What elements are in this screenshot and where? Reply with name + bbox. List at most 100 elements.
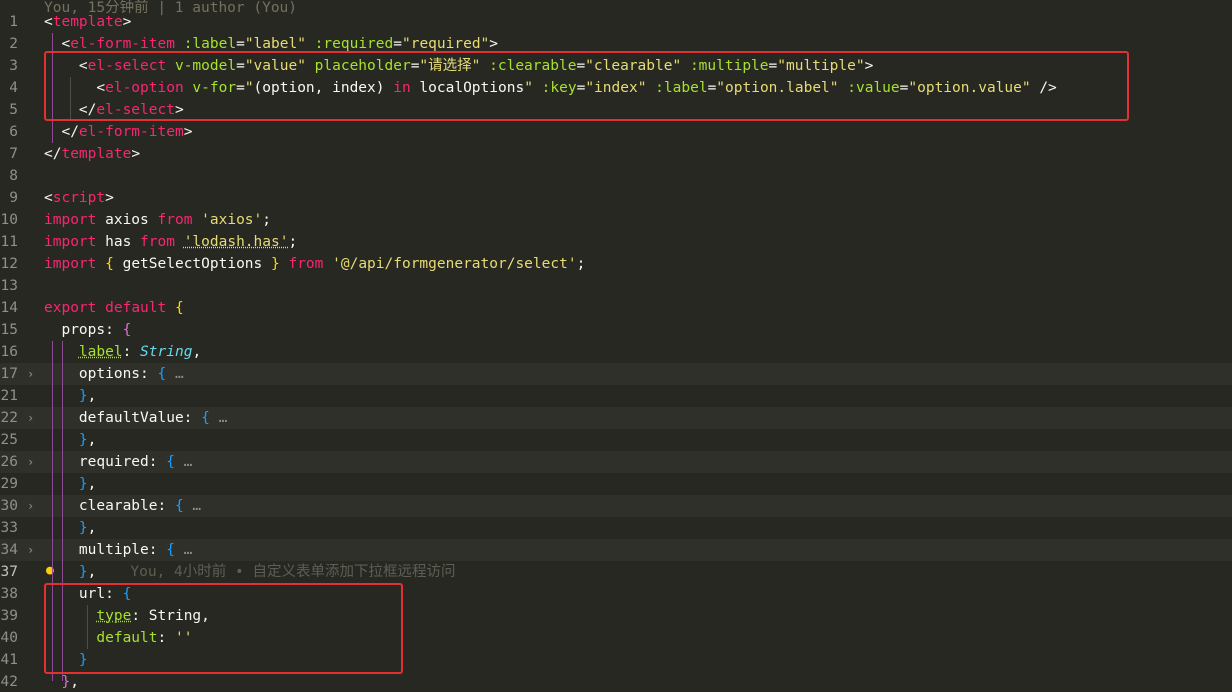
- code-line[interactable]: 42 },: [0, 671, 1232, 692]
- code-line[interactable]: 7 </template>: [0, 143, 1232, 165]
- code-token: </: [44, 124, 79, 140]
- code-line[interactable]: 15 props: {: [0, 319, 1232, 341]
- code-line[interactable]: 34 › multiple: { …: [0, 539, 1232, 561]
- code-token: template: [52, 14, 123, 30]
- code-token: <: [44, 36, 71, 52]
- code-text[interactable]: props: {: [44, 319, 131, 341]
- code-text[interactable]: multiple: { …: [44, 539, 193, 561]
- code-token: ,: [87, 388, 97, 404]
- code-token: import: [44, 256, 97, 272]
- line-number: 8: [9, 168, 18, 184]
- code-text[interactable]: import axios from 'axios';: [44, 209, 271, 231]
- code-token: ;: [288, 234, 298, 250]
- code-line[interactable]: 12 import { getSelectOptions } from '@/ap…: [0, 253, 1232, 275]
- line-number: 17: [0, 366, 18, 382]
- code-text[interactable]: options: { …: [44, 363, 184, 385]
- code-token: :label: [183, 36, 237, 52]
- code-text[interactable]: </el-form-item>: [44, 121, 192, 143]
- code-token: ,: [192, 344, 202, 360]
- code-token: template: [61, 146, 132, 162]
- code-text[interactable]: import has from 'lodash.has';: [44, 231, 297, 253]
- code-token: </: [44, 146, 62, 162]
- code-token: >: [105, 190, 114, 206]
- fold-chevron-icon[interactable]: ›: [27, 363, 34, 385]
- line-number: 13: [0, 278, 18, 294]
- line-number: 4: [9, 80, 18, 96]
- code-token: }: [271, 256, 280, 272]
- code-token: from: [140, 234, 175, 250]
- code-text[interactable]: </template>: [44, 143, 140, 165]
- code-token: }: [78, 520, 88, 536]
- code-token: …: [166, 366, 184, 382]
- code-line[interactable]: 8: [0, 165, 1232, 187]
- code-token: {: [166, 542, 175, 558]
- code-token: {: [157, 366, 167, 382]
- code-token: script: [52, 190, 106, 206]
- code-text[interactable]: <script>: [44, 187, 114, 209]
- code-line[interactable]: 26 › required: { …: [0, 451, 1232, 473]
- line-number: 9: [9, 190, 18, 206]
- code-line[interactable]: 21 },: [0, 385, 1232, 407]
- line-number: 3: [9, 58, 18, 74]
- code-line[interactable]: 6 </el-form-item>: [0, 121, 1232, 143]
- code-text[interactable]: clearable: { …: [44, 495, 201, 517]
- code-token: import: [44, 234, 97, 250]
- code-text[interactable]: defaultValue: { …: [44, 407, 227, 429]
- code-line[interactable]: 22 › defaultValue: { …: [0, 407, 1232, 429]
- code-token: getSelectOptions: [113, 256, 271, 272]
- code-text[interactable]: }, You, 4小时前 • 自定义表单添加下拉框远程访问: [44, 561, 456, 583]
- line-number: 34: [0, 542, 18, 558]
- code-token: =: [393, 36, 402, 52]
- line-number: 30: [0, 498, 18, 514]
- fold-chevron-icon[interactable]: ›: [27, 539, 34, 561]
- code-token: }: [78, 432, 88, 448]
- fold-chevron-icon[interactable]: ›: [27, 451, 34, 473]
- code-line[interactable]: 29 },: [0, 473, 1232, 495]
- code-text[interactable]: import { getSelectOptions } from '@/api/…: [44, 253, 585, 275]
- code-token: axios: [96, 212, 158, 228]
- code-line[interactable]: 11 import has from 'lodash.has';: [0, 231, 1232, 253]
- code-line[interactable]: 13: [0, 275, 1232, 297]
- code-line[interactable]: 14 export default {: [0, 297, 1232, 319]
- code-line[interactable]: 33 },: [0, 517, 1232, 539]
- code-token: >: [183, 124, 193, 140]
- code-line[interactable]: 9 <script>: [0, 187, 1232, 209]
- code-token: ,: [87, 564, 97, 580]
- code-line[interactable]: 1 <template>: [0, 11, 1232, 33]
- code-token: {: [122, 322, 132, 338]
- code-line[interactable]: 30 › clearable: { …: [0, 495, 1232, 517]
- code-line[interactable]: 16 label: String,: [0, 341, 1232, 363]
- code-line[interactable]: 10 import axios from 'axios';: [0, 209, 1232, 231]
- code-token: clearable:: [44, 498, 175, 514]
- code-token: {: [166, 454, 175, 470]
- line-number: 2: [9, 36, 18, 52]
- line-number: 14: [0, 300, 18, 316]
- code-line[interactable]: 17 › options: { …: [0, 363, 1232, 385]
- code-token: {: [105, 256, 114, 272]
- code-line[interactable]: 37 ● }, You, 4小时前 • 自定义表单添加下拉框远程访问: [0, 561, 1232, 583]
- line-number: 21: [0, 388, 18, 404]
- line-number: 41: [0, 652, 18, 668]
- line-number: 29: [0, 476, 18, 492]
- code-token: …: [174, 454, 193, 470]
- fold-chevron-icon[interactable]: ›: [27, 407, 34, 429]
- line-number: 40: [0, 630, 18, 646]
- code-text[interactable]: label: String,: [44, 341, 201, 363]
- fold-chevron-icon[interactable]: ›: [27, 495, 34, 517]
- code-text[interactable]: export default {: [44, 297, 184, 319]
- code-token: ;: [262, 212, 271, 228]
- code-text[interactable]: required: { …: [44, 451, 193, 473]
- code-editor[interactable]: You, 15分钟前 | 1 author (You) 1 <template> 2…: [0, 0, 1232, 692]
- code-token: }: [78, 564, 88, 580]
- code-token: 'lodash.has': [183, 234, 289, 250]
- code-line[interactable]: 25 },: [0, 429, 1232, 451]
- code-token: ,: [87, 476, 97, 492]
- code-token: ,: [87, 520, 97, 536]
- code-text[interactable]: <template>: [44, 11, 131, 33]
